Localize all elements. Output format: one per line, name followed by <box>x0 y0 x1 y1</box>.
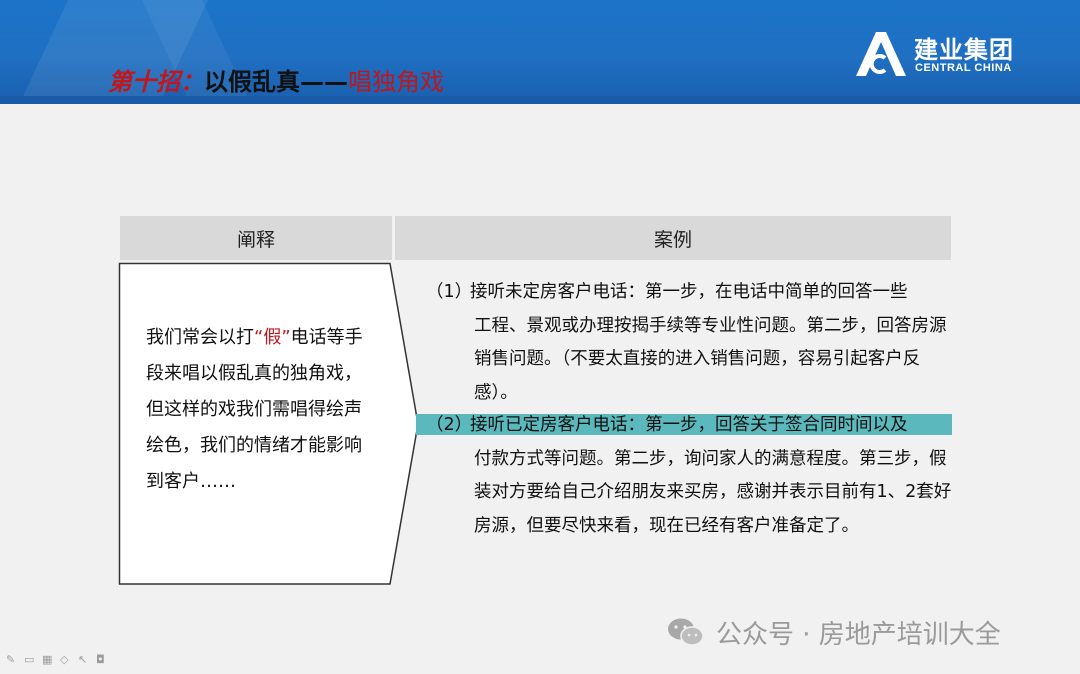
case-item: （2） 接听已定房客户电话：第一步，回答关于签合同时间以及 付款方式等问题。第二… <box>418 409 958 543</box>
explanation-box: 我们常会以打“假”电话等手段来唱以假乱真的独角戏，但这样的戏我们需唱得绘声绘色，… <box>118 262 420 586</box>
case-first-line: 接听未定房客户电话：第一步，在电话中简单的回答一些 <box>470 282 908 302</box>
slide-title: 第十招：以假乱真——唱独角戏 <box>108 62 444 98</box>
pen-icon[interactable]: ✎ <box>6 654 18 666</box>
explanation-header: 阐释 <box>120 216 392 260</box>
logo-name-cn: 建业集团 <box>914 36 1014 64</box>
title-prefix: 第十招： <box>108 68 204 96</box>
case-item: （1） 接听未定房客户电话：第一步，在电话中简单的回答一些 工程、景观或办理按揭… <box>418 276 958 410</box>
case-body: 工程、景观或办理按揭手续等专业性问题。第二步，回答房源销售问题。（不要太直接的进… <box>474 315 947 403</box>
case-header: 案例 <box>395 216 951 260</box>
case-number: （1） <box>426 282 473 302</box>
company-logo: 建业集团 CENTRAL CHINA <box>852 28 1032 80</box>
presentation-toolbar: ✎ ▭ ▦ ◇ ↖ ◘ <box>6 654 108 668</box>
logo-name-en: CENTRAL CHINA <box>915 62 1012 74</box>
camera-icon[interactable]: ◘ <box>96 654 108 666</box>
wechat-icon <box>668 618 704 646</box>
quoted-word: “假” <box>254 327 291 348</box>
case-body: 付款方式等问题。第二步，询问家人的满意程度。第三步，假装对方要给自己介绍朋友来买… <box>474 448 952 536</box>
explanation-text: 我们常会以打“假”电话等手段来唱以假乱真的独角戏，但这样的戏我们需唱得绘声绘色，… <box>146 327 363 492</box>
watermark-text: 公众号 · 房地产培训大全 <box>716 619 1001 650</box>
slide-icon[interactable]: ▭ <box>24 654 36 666</box>
eraser-icon[interactable]: ◇ <box>60 654 72 666</box>
logo-mark-icon <box>856 32 906 76</box>
grid-icon[interactable]: ▦ <box>42 654 54 666</box>
case-number: （2） <box>426 415 473 435</box>
watermark: 公众号 · 房地产培训大全 <box>666 612 1001 652</box>
title-main: 以假乱真—— <box>204 68 348 96</box>
title-suffix: 唱独角戏 <box>348 68 444 96</box>
pointer-icon[interactable]: ↖ <box>78 654 90 666</box>
case-first-line: 接听已定房客户电话：第一步，回答关于签合同时间以及 <box>470 415 908 435</box>
